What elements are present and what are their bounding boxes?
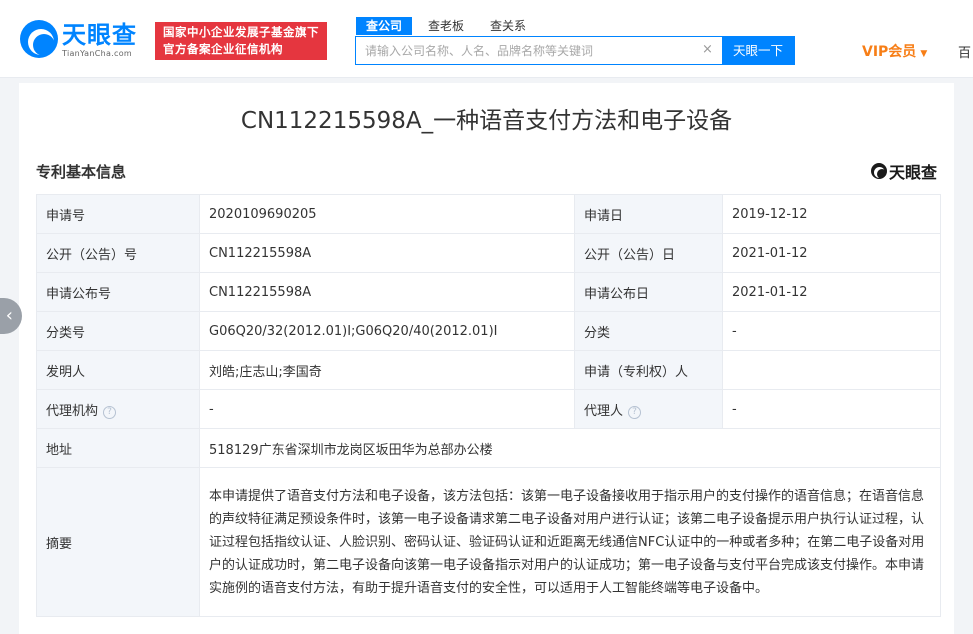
section-title: 专利基本信息 [36,163,127,181]
patent-card: CN112215598A_一种语音支付方法和电子设备 专利基本信息 天眼查 申请… [19,83,954,634]
tab-company[interactable]: 查公司 [356,17,413,35]
logo-domain: TianYanCha.com [62,48,132,58]
table-row: 申请号 2020109690205 申请日 2019-12-12 [36,194,941,234]
row-value-text: 2021-01-12 [732,245,808,261]
top-header: 天眼查 TianYanCha.com 国家中小企业发展子基金旗下 官方备案企业征… [0,0,973,78]
row-label-text: 发明人 [46,364,86,380]
table-row: 摘要 本申请提供了语音支付方法和电子设备，该方法包括：该第一电子设备接收用于指示… [36,467,941,617]
row-value: CN112215598A [199,272,575,312]
row-value-text: - [732,323,737,339]
row-label: 发明人 [36,350,200,390]
row-value: 2021-01-12 [722,233,941,273]
row-label: 申请日 [574,194,723,234]
row-label-text: 公开（公告）日 [584,247,676,263]
row-label: 申请公布日 [574,272,723,312]
row-label-address: 地址 [36,428,200,468]
row-value: - [722,311,941,351]
table-row: 公开（公告）号 CN112215598A 公开（公告）日 2021-01-12 [36,233,941,273]
row-value-text: - [209,401,214,417]
row-label: 分类 [574,311,723,351]
table-row: 代理机构? - 代理人? - [36,389,941,429]
tab-relation[interactable]: 查关系 [480,17,536,35]
row-label-text: 分类 [584,325,611,341]
table-row: 申请公布号 CN112215598A 申请公布日 2021-01-12 [36,272,941,312]
vip-label: VIP会员 [862,44,917,60]
tianyancha-brand-icon [870,163,887,179]
row-value-address: 518129广东省深圳市龙岗区坂田华为总部办公楼 [199,428,941,468]
search-button[interactable]: 天眼一下 [722,37,794,64]
row-value-text: 刘皓;庄志山;李国奇 [209,364,322,380]
row-value: 刘皓;庄志山;李国奇 [199,350,575,390]
row-label-text: 申请号 [46,208,86,224]
logo-name: 天眼查 [62,20,137,49]
row-value: 2021-01-12 [722,272,941,312]
vip-member-menu[interactable]: VIP会员 ▼ [862,41,927,61]
row-label: 代理机构? [36,389,200,429]
row-value: CN112215598A [199,233,575,273]
row-label: 分类号 [36,311,200,351]
row-value: 2020109690205 [199,194,575,234]
row-label: 申请号 [36,194,200,234]
row-value-abstract: 本申请提供了语音支付方法和电子设备，该方法包括：该第一电子设备接收用于指示用户的… [199,467,941,617]
row-value: - [199,389,575,429]
row-label-text: 代理机构 [46,403,99,419]
official-badge[interactable]: 国家中小企业发展子基金旗下 官方备案企业征信机构 [155,22,327,60]
row-label-text: 申请公布号 [46,286,112,302]
table-row: 分类号 G06Q20/32(2012.01)I;G06Q20/40(2012.01… [36,311,941,351]
row-label-text: 代理人 [584,403,624,419]
search-input[interactable] [356,37,722,64]
help-icon[interactable]: ? [628,405,642,419]
row-label-text: 申请日 [584,208,624,224]
row-label: 公开（公告）号 [36,233,200,273]
tab-boss[interactable]: 查老板 [418,17,474,35]
page-title: CN112215598A_一种语音支付方法和电子设备 [240,108,733,134]
row-label-text: 申请（专利权）人 [584,364,689,380]
clear-icon[interactable]: × [702,42,713,57]
truncated-nav-item[interactable]: 百 [958,42,971,61]
row-value-text: 2019-12-12 [732,206,808,222]
row-value-text: 2020109690205 [209,206,317,222]
row-label-text: 分类号 [46,325,86,341]
brand-text: 天眼查 [888,163,937,182]
row-label: 申请公布号 [36,272,200,312]
help-icon[interactable]: ? [103,405,117,419]
row-value: 2019-12-12 [722,194,941,234]
brand-watermark: 天眼查 [870,159,937,183]
row-label-text: 申请公布日 [584,286,650,302]
row-value-text: CN112215598A [209,245,312,261]
row-value: G06Q20/32(2012.01)I;G06Q20/40(2012.01)I [199,311,575,351]
row-label-abstract: 摘要 [36,467,200,617]
table-row: 地址 518129广东省深圳市龙岗区坂田华为总部办公楼 [36,428,941,468]
caret-down-icon: ▼ [920,49,928,59]
table-row: 发明人 刘皓;庄志山;李国奇 申请（专利权）人 [36,350,941,390]
row-value-text: G06Q20/32(2012.01)I;G06Q20/40(2012.01)I [209,323,498,339]
row-value: - [722,389,941,429]
chevron-left-icon: ‹ [5,305,13,326]
row-value [722,350,941,390]
search-box: × 天眼一下 [355,36,795,65]
tianyancha-logo-icon [20,20,58,58]
patent-info-table: 申请号 2020109690205 申请日 2019-12-12 公开（公告）号 CN11… [36,194,941,617]
row-value-text: - [732,401,737,417]
row-label: 代理人? [574,389,723,429]
badge-line-2: 官方备案企业征信机构 [163,42,283,56]
badge-line-1: 国家中小企业发展子基金旗下 [163,25,319,39]
row-label: 申请（专利权）人 [574,350,723,390]
row-label-text: 公开（公告）号 [46,247,138,263]
site-logo[interactable]: 天眼查 TianYanCha.com [20,20,137,58]
search-tabs: 查公司 查老板 查关系 [356,17,542,35]
row-value-text: 2021-01-12 [732,284,808,300]
row-value-text: CN112215598A [209,284,312,300]
row-label: 公开（公告）日 [574,233,723,273]
